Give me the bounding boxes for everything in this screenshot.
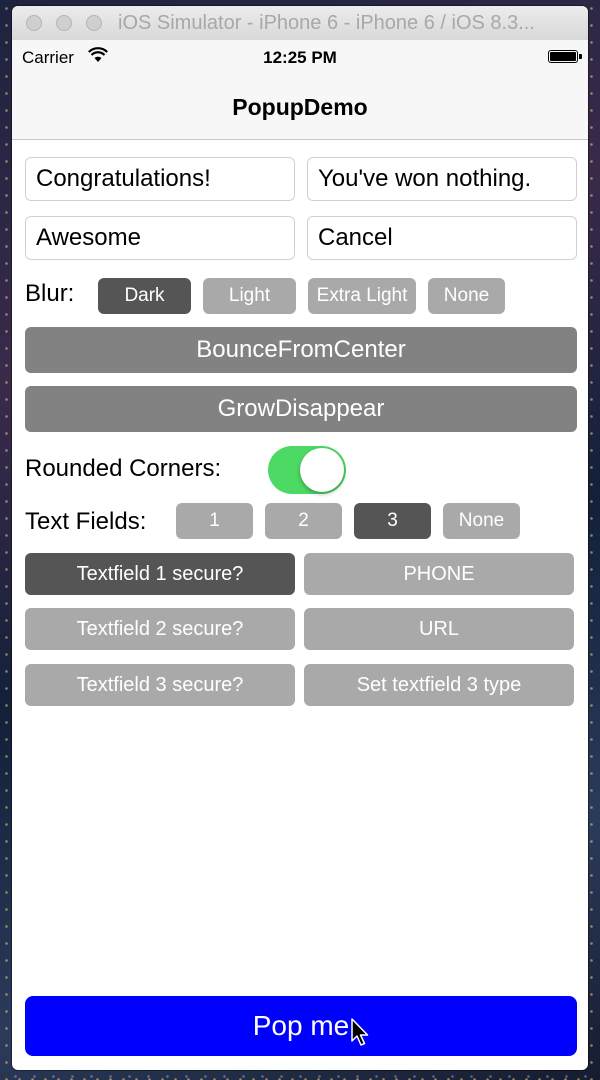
textfield-1-secure-button[interactable]: Textfield 1 secure? xyxy=(25,553,295,595)
page-title: PopupDemo xyxy=(232,94,368,120)
blur-segmented-control: Dark Light Extra Light None xyxy=(12,278,588,314)
mouse-cursor-icon xyxy=(351,1018,369,1046)
show-animation-button[interactable]: BounceFromCenter xyxy=(25,327,577,373)
textfield-3-type-button[interactable]: Set textfield 3 type xyxy=(304,664,574,706)
navigation-bar: PopupDemo xyxy=(12,74,588,140)
toggle-knob xyxy=(300,448,344,492)
pop-me-button[interactable]: Pop me xyxy=(25,996,577,1056)
hide-animation-button[interactable]: GrowDisappear xyxy=(25,386,577,432)
status-bar: Carrier 12:25 PM xyxy=(12,40,588,74)
ok-button-title-field[interactable]: Awesome xyxy=(25,216,295,260)
blur-light-button[interactable]: Light xyxy=(203,278,296,314)
rounded-corners-toggle[interactable] xyxy=(268,446,346,494)
popup-message-field[interactable]: You've won nothing. xyxy=(307,157,577,201)
minimize-window-button[interactable] xyxy=(56,15,72,31)
rounded-corners-label: Rounded Corners: xyxy=(25,455,222,482)
popup-title-field[interactable]: Congratulations! xyxy=(25,157,295,201)
text-fields-segmented-control: 1 2 3 None xyxy=(12,503,588,539)
blur-extra-light-button[interactable]: Extra Light xyxy=(308,278,416,314)
text-fields-2-button[interactable]: 2 xyxy=(265,503,342,539)
simulator-window: iOS Simulator - iPhone 6 - iPhone 6 / iO… xyxy=(12,6,588,1070)
zoom-window-button[interactable] xyxy=(86,15,102,31)
blur-none-button[interactable]: None xyxy=(428,278,505,314)
text-fields-1-button[interactable]: 1 xyxy=(176,503,253,539)
textfield-2-secure-button[interactable]: Textfield 2 secure? xyxy=(25,608,295,650)
cancel-button-title-field[interactable]: Cancel xyxy=(307,216,577,260)
text-fields-none-button[interactable]: None xyxy=(443,503,520,539)
status-time: 12:25 PM xyxy=(263,48,337,67)
window-titlebar: iOS Simulator - iPhone 6 - iPhone 6 / iO… xyxy=(12,6,588,41)
blur-dark-button[interactable]: Dark xyxy=(98,278,191,314)
textfield-3-secure-button[interactable]: Textfield 3 secure? xyxy=(25,664,295,706)
battery-icon xyxy=(548,50,582,63)
text-fields-3-button[interactable]: 3 xyxy=(354,503,431,539)
window-title: iOS Simulator - iPhone 6 - iPhone 6 / iO… xyxy=(118,12,535,34)
textfield-2-type-button[interactable]: URL xyxy=(304,608,574,650)
close-window-button[interactable] xyxy=(26,15,42,31)
textfield-1-type-button[interactable]: PHONE xyxy=(304,553,574,595)
